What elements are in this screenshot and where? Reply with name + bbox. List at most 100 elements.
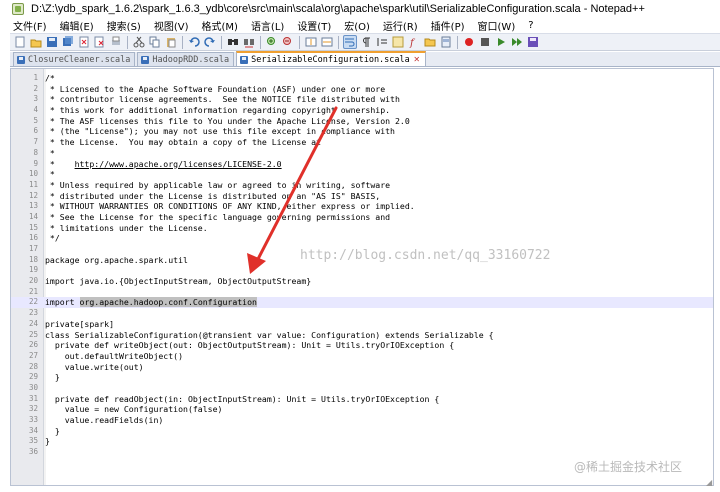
function-list-icon[interactable]: f	[407, 35, 421, 49]
code-line[interactable]: 20 import java.io.{ObjectInputStream, Obj…	[11, 276, 713, 287]
code-line[interactable]: 26 private def writeObject(out: ObjectOu…	[11, 340, 713, 351]
play-macro-icon[interactable]	[494, 35, 508, 49]
save-macro-icon[interactable]	[526, 35, 540, 49]
new-file-icon[interactable]	[13, 35, 27, 49]
code-line[interactable]: 22 import org.apache.hadoop.conf.Configur…	[11, 297, 713, 309]
menu-item[interactable]: 设置(T)	[297, 18, 331, 33]
sync-horizontal-icon[interactable]	[320, 35, 334, 49]
user-language-icon[interactable]	[391, 35, 405, 49]
menu-item[interactable]: 窗口(W)	[478, 18, 516, 33]
code-line[interactable]: 10 *	[11, 169, 713, 180]
code-line[interactable]: 30	[11, 383, 713, 394]
line-text: }	[45, 372, 60, 383]
save-all-icon[interactable]	[61, 35, 75, 49]
toolbar-separator	[221, 35, 222, 49]
code-line[interactable]: 31 private def readObject(in: ObjectInpu…	[11, 394, 713, 405]
tab-hadooprdd-scala[interactable]: HadoopRDD.scala	[137, 52, 235, 66]
undo-icon[interactable]	[187, 35, 201, 49]
menu-item[interactable]: ?	[528, 20, 533, 31]
code-line[interactable]: 13 * WITHOUT WARRANTIES OR CONDITIONS OF…	[11, 201, 713, 212]
line-number: 14	[28, 211, 38, 221]
code-line[interactable]: 2 * Licensed to the Apache Software Foun…	[11, 84, 713, 95]
replace-icon[interactable]	[242, 35, 256, 49]
toolbar-separator	[299, 35, 300, 49]
code-line[interactable]: 29 }	[11, 372, 713, 383]
code-line[interactable]: 5 * The ASF licenses this file to You un…	[11, 116, 713, 127]
code-editor[interactable]: 1/* 2 * Licensed to the Apache Software F…	[10, 68, 714, 486]
code-line[interactable]: 16 */	[11, 233, 713, 244]
code-line[interactable]: 9 * http://www.apache.org/licenses/LICEN…	[11, 159, 713, 170]
paste-icon[interactable]	[164, 35, 178, 49]
zoom-in-icon[interactable]	[265, 35, 279, 49]
code-line[interactable]: 8 *	[11, 148, 713, 159]
menu-item[interactable]: 语言(L)	[251, 18, 284, 33]
line-text: * Unless required by applicable law or a…	[45, 179, 391, 190]
sync-vertical-icon[interactable]	[304, 35, 318, 49]
cut-icon[interactable]	[132, 35, 146, 49]
menu-item[interactable]: 运行(R)	[383, 18, 418, 33]
code-line[interactable]: 1 /*	[11, 73, 713, 84]
code-line[interactable]: 7 * the License. You may obtain a copy o…	[11, 137, 713, 148]
stop-macro-icon[interactable]	[478, 35, 492, 49]
notepad-window: D:\Z:\ydb_spark_1.6.2\spark_1.6.3_ydb\co…	[0, 0, 720, 492]
open-file-icon[interactable]	[29, 35, 43, 49]
code-line[interactable]: 14 * See the License for the specific la…	[11, 212, 713, 223]
copy-icon[interactable]	[148, 35, 162, 49]
line-number: 9	[33, 158, 38, 168]
folder-workspace-icon[interactable]	[423, 35, 437, 49]
menu-item[interactable]: 插件(P)	[431, 18, 465, 33]
resize-grip[interactable]: ◢	[706, 478, 712, 487]
code-line[interactable]: 25 class SerializableConfiguration(@trans…	[11, 330, 713, 341]
show-all-characters-icon[interactable]	[359, 35, 373, 49]
selected-text[interactable]: org.apache.hadoop.conf.Configuration	[79, 297, 257, 308]
code-line[interactable]: 35}	[11, 436, 713, 447]
line-number: 23	[28, 308, 38, 318]
code-line[interactable]: 11 * Unless required by applicable law o…	[11, 180, 713, 191]
code-line[interactable]: 33 value.readFields(in)	[11, 415, 713, 426]
menu-item[interactable]: 编辑(E)	[60, 18, 94, 33]
code-line[interactable]: 27 out.defaultWriteObject()	[11, 351, 713, 362]
line-number: 34	[28, 425, 38, 435]
find-icon[interactable]	[226, 35, 240, 49]
play-multiple-macro-icon[interactable]	[510, 35, 524, 49]
line-number: 8	[33, 147, 38, 157]
document-map-icon[interactable]	[439, 35, 453, 49]
code-line[interactable]: 24 private[spark]	[11, 319, 713, 330]
word-wrap-icon[interactable]	[343, 35, 357, 49]
save-icon[interactable]	[45, 35, 59, 49]
tab-close-icon[interactable]: ✕	[413, 55, 421, 64]
tab-closurecleaner-scala[interactable]: ClosureCleaner.scala	[13, 52, 136, 66]
line-number: 22	[28, 297, 38, 307]
line-number: 17	[28, 244, 38, 253]
code-line[interactable]: 12 * distributed under the License is di…	[11, 191, 713, 202]
line-text: * distributed under the License is distr…	[45, 190, 381, 201]
line-text: package org.apache.spark.util	[45, 254, 188, 265]
code-line[interactable]: 28 value.write(out)	[11, 362, 713, 373]
close-all-icon[interactable]	[93, 35, 107, 49]
code-line[interactable]: 4 * this work for additional information…	[11, 105, 713, 116]
code-line[interactable]: 6 * (the "License"); you may not use thi…	[11, 126, 713, 137]
code-line[interactable]: 3 * contributor license agreements. See …	[11, 94, 713, 105]
tab-serializableconfiguration-scala[interactable]: SerializableConfiguration.scala ✕	[236, 51, 426, 66]
code-line[interactable]: 34 }	[11, 426, 713, 437]
indent-guide-icon[interactable]	[375, 35, 389, 49]
code-lines[interactable]: 1/* 2 * Licensed to the Apache Software F…	[11, 73, 713, 458]
code-line[interactable]: 15 * limitations under the License.	[11, 223, 713, 234]
code-line[interactable]: 32 value = new Configuration(false)	[11, 404, 713, 415]
record-macro-icon[interactable]	[462, 35, 476, 49]
menu-item[interactable]: 搜索(S)	[107, 18, 141, 33]
license-link[interactable]: http://www.apache.org/licenses/LICENSE-2…	[75, 159, 282, 169]
code-line[interactable]: 23	[11, 308, 713, 319]
code-line[interactable]: 19	[11, 265, 713, 276]
menu-item[interactable]: 视图(V)	[154, 18, 189, 33]
code-line[interactable]: 36	[11, 447, 713, 458]
menu-item[interactable]: 宏(O)	[344, 18, 370, 33]
zoom-out-icon[interactable]	[281, 35, 295, 49]
line-number: 12	[28, 190, 38, 200]
code-line[interactable]: 21	[11, 287, 713, 298]
redo-icon[interactable]	[203, 35, 217, 49]
close-icon[interactable]	[77, 35, 91, 49]
print-icon[interactable]	[109, 35, 123, 49]
menu-item[interactable]: 文件(F)	[13, 18, 47, 33]
menu-item[interactable]: 格式(M)	[202, 18, 238, 33]
